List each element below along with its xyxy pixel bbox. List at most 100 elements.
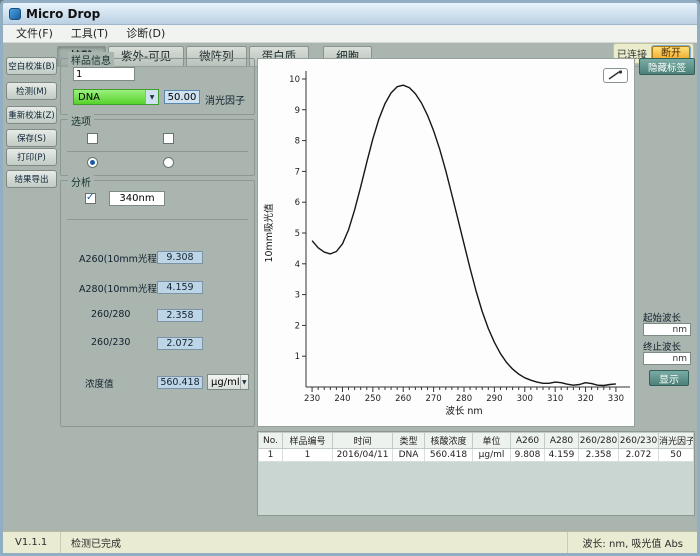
sample-type-value: DNA [78, 92, 100, 103]
show-button[interactable]: 显示 [649, 370, 689, 386]
svg-text:260: 260 [395, 394, 411, 404]
sample-info-title: 样品信息 [68, 52, 114, 67]
ratio-260-280-label: 260/280 [91, 309, 130, 320]
svg-text:250: 250 [365, 394, 381, 404]
svg-text:4: 4 [295, 260, 300, 270]
svg-text:7: 7 [295, 167, 300, 177]
ratio-260-230-label: 260/230 [91, 337, 130, 348]
option-radio-1[interactable] [87, 157, 98, 168]
column-header: 260/280 [579, 433, 619, 449]
table-header-row: No. 样品编号 时间 类型 核酸浓度 单位 A260 A280 260/280… [259, 433, 694, 449]
wavelength-checkbox[interactable] [85, 193, 96, 204]
app-window: Micro Drop 文件(F) 工具(T) 诊断(D) 核酸 紫外-可见 微阵… [0, 0, 700, 556]
menu-diagnostics[interactable]: 诊断(D) [117, 25, 174, 42]
recalibrate-button[interactable]: 重新校准(Z) [6, 106, 57, 124]
svg-text:240: 240 [334, 394, 350, 404]
status-message: 检测已完成 [61, 532, 568, 553]
pen-icon [607, 70, 624, 81]
analysis-group: 分析 A260(10mm光程) 9.308 A280(10mm光程) 4.159… [60, 180, 255, 427]
svg-text:10: 10 [289, 75, 300, 85]
column-header: A260 [511, 433, 545, 449]
column-header: 时间 [333, 433, 393, 449]
options-group: 选项 [60, 119, 255, 176]
table-row[interactable]: 1 1 2016/04/11 DNA 560.418 μg/ml 9.808 4… [259, 449, 694, 462]
column-header: No. [259, 433, 283, 449]
svg-text:300: 300 [517, 394, 533, 404]
column-header: 260/230 [619, 433, 659, 449]
measure-button[interactable]: 检测(M) [6, 82, 57, 100]
end-wavelength-input[interactable]: nm [643, 352, 691, 365]
column-header: A280 [545, 433, 579, 449]
concentration-value: 560.418 [157, 376, 203, 389]
start-wavelength-unit: nm [673, 325, 687, 335]
column-header: 类型 [393, 433, 425, 449]
results-table-panel: No. 样品编号 时间 类型 核酸浓度 单位 A260 A280 260/280… [257, 431, 695, 516]
spectrum-plot: 1234567891023024025026027028029030031032… [260, 65, 634, 421]
status-readout: 波长: nm, 吸光值 Abs [568, 535, 697, 550]
menu-tools[interactable]: 工具(T) [62, 25, 117, 42]
column-header: 单位 [473, 433, 511, 449]
start-wavelength-input[interactable]: nm [643, 323, 691, 336]
svg-text:10mm吸光值: 10mm吸光值 [263, 203, 275, 263]
cell: 2.072 [619, 449, 659, 462]
cell: 2.358 [579, 449, 619, 462]
a280-label: A280(10mm光程) [79, 281, 161, 295]
end-wavelength-unit: nm [673, 354, 687, 364]
pen-tool-button[interactable] [603, 68, 628, 83]
a280-value: 4.159 [157, 281, 203, 294]
print-button[interactable]: 打印(P) [6, 148, 57, 166]
extinction-factor-label: 消光因子 [205, 92, 245, 107]
analysis-divider [67, 219, 248, 220]
wavelength-input[interactable] [109, 191, 165, 206]
svg-text:270: 270 [425, 394, 441, 404]
svg-text:5: 5 [295, 229, 300, 239]
extinction-factor-input[interactable] [164, 90, 200, 104]
chevron-down-icon: ▼ [145, 90, 158, 104]
concentration-label: 浓度值 [85, 376, 114, 390]
save-button[interactable]: 保存(S) [6, 129, 57, 147]
export-results-button[interactable]: 结果导出 [6, 170, 57, 188]
sample-info-group: 样品信息 DNA ▼ 消光因子 [60, 58, 255, 115]
sample-id-input[interactable] [73, 67, 135, 81]
svg-text:3: 3 [295, 291, 300, 301]
svg-text:1: 1 [295, 352, 300, 362]
cell: 9.808 [511, 449, 545, 462]
option-checkbox-1[interactable] [87, 133, 98, 144]
cell: 560.418 [425, 449, 473, 462]
svg-text:2: 2 [295, 321, 300, 331]
cell: 2016/04/11 [333, 449, 393, 462]
cell: 4.159 [545, 449, 579, 462]
titlebar[interactable]: Micro Drop [3, 3, 697, 25]
option-radio-2[interactable] [163, 157, 174, 168]
start-wavelength-label: 起始波长 [643, 310, 681, 324]
svg-text:330: 330 [608, 394, 624, 404]
analysis-title: 分析 [68, 174, 94, 189]
hide-label-button[interactable]: 隐藏标签 [639, 58, 695, 75]
column-header: 消光因子 [659, 433, 694, 449]
menu-file[interactable]: 文件(F) [7, 25, 62, 42]
sample-type-select[interactable]: DNA ▼ [73, 89, 159, 105]
svg-text:290: 290 [486, 394, 502, 404]
svg-text:320: 320 [577, 394, 593, 404]
version-label: V1.1.1 [3, 532, 61, 553]
concentration-unit-select[interactable]: μg/ml ▼ [207, 374, 249, 390]
options-divider [67, 151, 248, 152]
end-wavelength-label: 终止波长 [643, 339, 681, 353]
blank-calibration-button[interactable]: 空白校准(B) [6, 57, 57, 75]
svg-text:230: 230 [304, 394, 320, 404]
concentration-unit-value: μg/ml [211, 377, 240, 388]
svg-text:8: 8 [295, 137, 300, 147]
app-icon [9, 8, 21, 20]
options-title: 选项 [68, 113, 94, 128]
svg-text:6: 6 [295, 198, 300, 208]
a260-label: A260(10mm光程) [79, 251, 161, 265]
status-bar: V1.1.1 检测已完成 波长: nm, 吸光值 Abs [3, 531, 697, 553]
option-checkbox-2[interactable] [163, 133, 174, 144]
svg-text:9: 9 [295, 106, 300, 116]
spectrum-chart-panel: 1234567891023024025026027028029030031032… [257, 58, 635, 427]
cell: 50 [659, 449, 694, 462]
a260-value: 9.308 [157, 251, 203, 264]
window-title: Micro Drop [26, 7, 100, 21]
cell: 1 [283, 449, 333, 462]
ratio-260-230-value: 2.072 [157, 337, 203, 350]
